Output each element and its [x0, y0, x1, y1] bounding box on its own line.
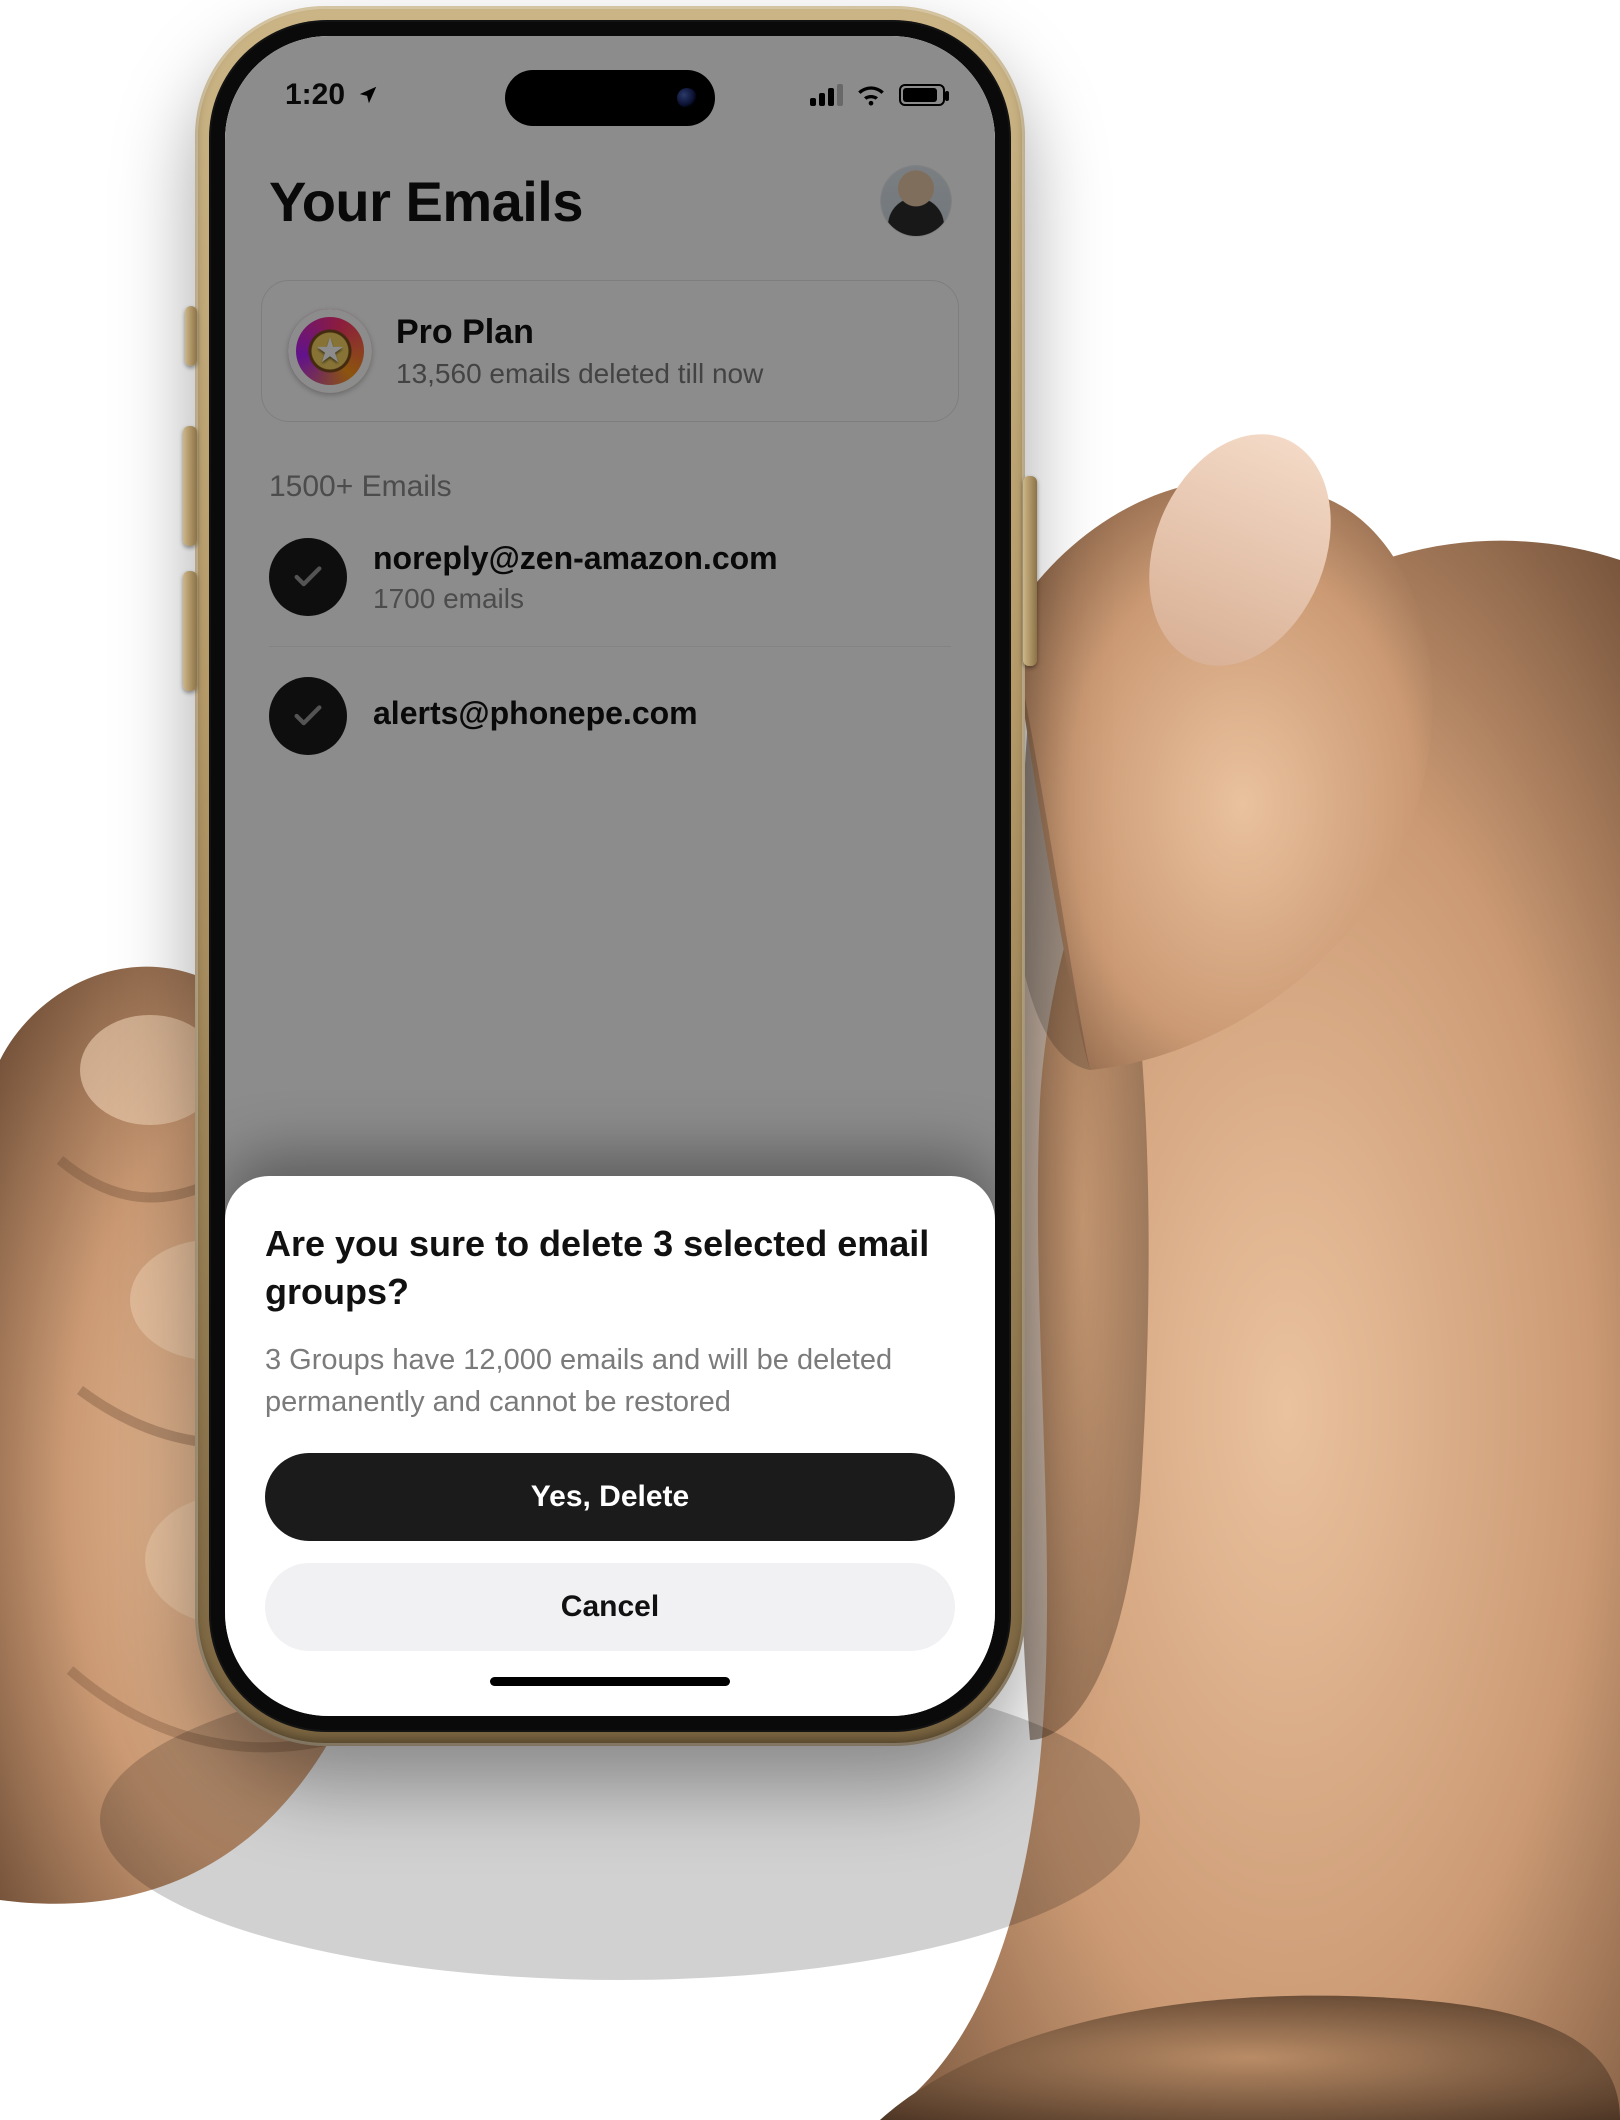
silence-switch [185, 306, 197, 366]
power-button [1023, 476, 1037, 666]
phone-frame: 1:20 [195, 6, 1025, 1746]
volume-down-button [183, 571, 197, 691]
volume-up-button [183, 426, 197, 546]
confirm-delete-dialog: Are you sure to delete 3 selected email … [225, 1176, 995, 1716]
dialog-body: 3 Groups have 12,000 emails and will be … [265, 1339, 955, 1423]
confirm-delete-button[interactable]: Yes, Delete [265, 1453, 955, 1541]
dynamic-island [505, 70, 715, 126]
app-screen: 1:20 [225, 36, 995, 1716]
cancel-button[interactable]: Cancel [265, 1563, 955, 1651]
home-indicator[interactable] [490, 1677, 730, 1686]
dialog-title: Are you sure to delete 3 selected email … [265, 1220, 955, 1317]
